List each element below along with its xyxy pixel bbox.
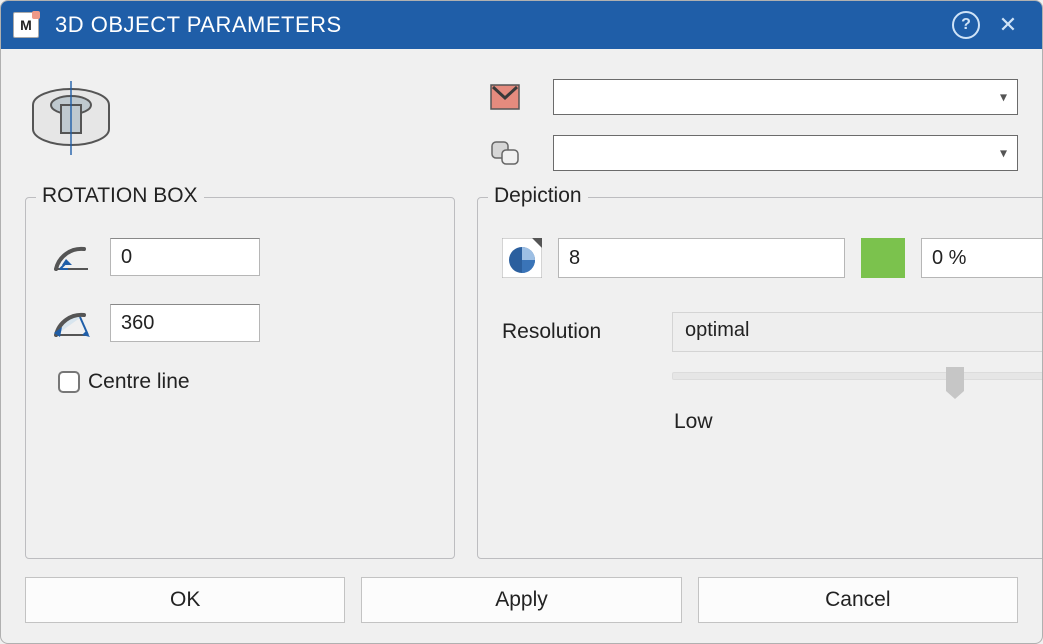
top-controls: ▾ ▾: [487, 79, 1018, 171]
top-row: ▾ ▾: [25, 75, 1018, 171]
slider-low-label: Low: [674, 410, 713, 434]
help-icon[interactable]: ?: [952, 11, 980, 39]
close-icon[interactable]: ✕: [994, 11, 1022, 39]
layer-select[interactable]: ▾: [553, 135, 1018, 171]
window-title: 3D OBJECT PARAMETERS: [55, 12, 938, 38]
slider-labels: Low High: [672, 410, 1043, 434]
segments-input[interactable]: [558, 238, 845, 278]
end-angle-icon: [50, 305, 92, 341]
slider-thumb[interactable]: [946, 367, 964, 391]
start-angle-input[interactable]: [110, 238, 260, 276]
panels: ROTATION BOX Centre line: [25, 197, 1018, 559]
material-row: ▾: [487, 79, 1018, 115]
object-preview-icon: [25, 75, 117, 159]
start-angle-row: [50, 238, 430, 276]
depiction-group: Depiction: [477, 197, 1043, 559]
centre-line-row: Centre line: [58, 370, 430, 394]
start-angle-icon: [50, 239, 92, 275]
resolution-row: Resolution optimal ▾: [502, 312, 1043, 352]
dialog-3d-object-parameters: M 3D OBJECT PARAMETERS ? ✕: [0, 0, 1043, 644]
chevron-down-icon: ▾: [1000, 145, 1007, 162]
apply-button[interactable]: Apply: [361, 577, 681, 623]
segments-confirm-button[interactable]: [861, 238, 905, 278]
app-icon: M: [13, 12, 39, 38]
rotation-box-group: ROTATION BOX Centre line: [25, 197, 455, 559]
layer-icon: [487, 138, 523, 168]
transparency-input[interactable]: [921, 238, 1043, 278]
centre-line-label: Centre line: [88, 370, 190, 394]
resolution-label: Resolution: [502, 320, 642, 344]
end-angle-input[interactable]: [110, 304, 260, 342]
layer-row: ▾: [487, 135, 1018, 171]
resolution-value: optimal: [685, 319, 749, 341]
titlebar: M 3D OBJECT PARAMETERS ? ✕: [1, 1, 1042, 49]
ok-button[interactable]: OK: [25, 577, 345, 623]
depiction-legend: Depiction: [488, 184, 588, 208]
resolution-select[interactable]: optimal ▾: [672, 312, 1043, 352]
dialog-body: ▾ ▾ ROTATION BOX: [1, 49, 1042, 643]
button-row: OK Apply Cancel: [25, 577, 1018, 623]
segments-icon: [502, 238, 542, 278]
rotation-legend: ROTATION BOX: [36, 184, 204, 208]
resolution-slider[interactable]: [672, 372, 1043, 380]
resolution-slider-wrap: Low High: [672, 372, 1043, 434]
chevron-down-icon: ▾: [1000, 89, 1007, 106]
material-icon: [487, 82, 523, 112]
cancel-button[interactable]: Cancel: [698, 577, 1018, 623]
centre-line-checkbox[interactable]: [58, 371, 80, 393]
material-select[interactable]: ▾: [553, 79, 1018, 115]
end-angle-row: [50, 304, 430, 342]
depiction-top-row: [502, 238, 1043, 278]
